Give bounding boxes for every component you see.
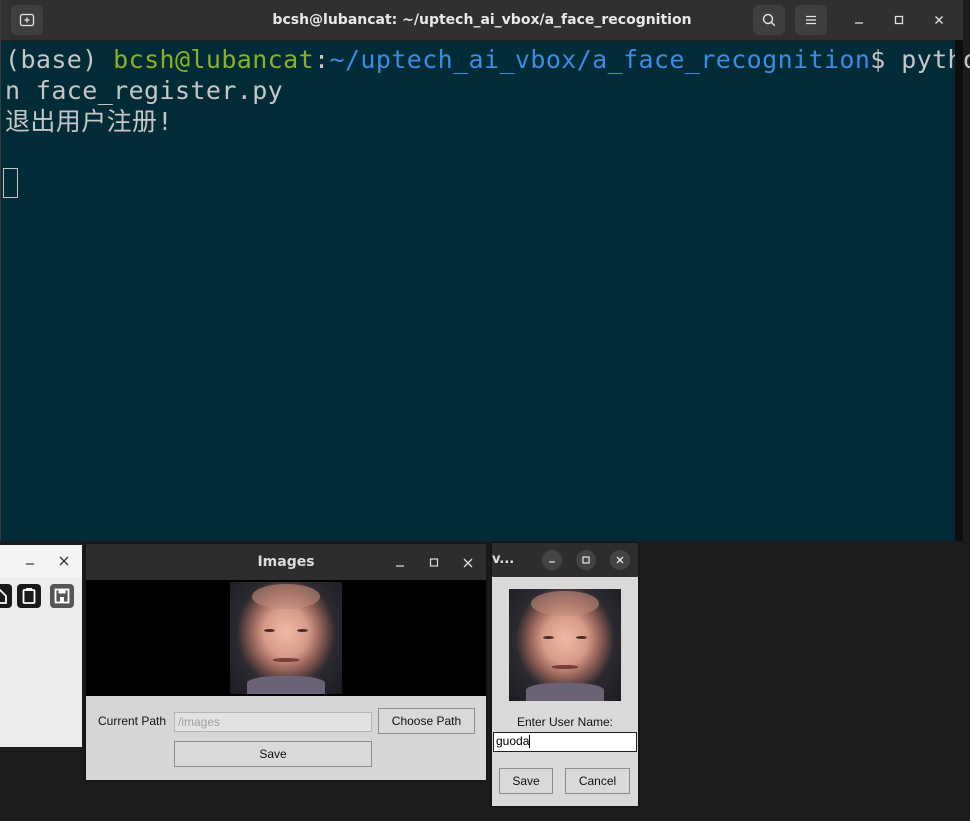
save-button[interactable]: Save [174, 741, 372, 767]
home-icon[interactable] [0, 584, 12, 608]
prompt-dollar: $ [870, 45, 902, 74]
images-window-titlebar[interactable]: Images [86, 544, 486, 580]
register-dialog-titlebar[interactable]: v... [492, 543, 638, 577]
register-dialog-title: v... [492, 552, 515, 567]
register-dialog: v... Enter User Name: guoda Save Cancel [492, 543, 638, 806]
prompt-path: ~/uptech_ai_vbox/a_face_recognition [329, 45, 871, 74]
close-icon[interactable] [57, 553, 71, 567]
minimize-icon[interactable] [849, 10, 869, 30]
search-icon[interactable] [753, 5, 785, 35]
maximize-icon[interactable] [576, 550, 596, 570]
minimize-icon[interactable] [394, 555, 406, 569]
terminal-scrollbar[interactable] [955, 40, 963, 541]
user-name-prompt: Enter User Name: [516, 715, 614, 729]
left-window-titlebar[interactable] [0, 545, 82, 577]
choose-path-button[interactable]: Choose Path [378, 708, 475, 734]
prompt-colon: : [314, 45, 330, 74]
images-window: Images Current Path /images Choose Path … [86, 544, 486, 780]
face-image [230, 582, 342, 694]
maximize-icon[interactable] [428, 555, 440, 569]
current-path-label: Current Path [98, 714, 167, 728]
images-window-title: Images [257, 554, 315, 570]
new-tab-icon[interactable] [11, 5, 43, 35]
minimize-icon[interactable] [542, 550, 562, 570]
path-input[interactable]: /images [174, 712, 372, 732]
prompt-env: (base) [5, 45, 114, 74]
menu-icon[interactable] [795, 5, 827, 35]
terminal-title: bcsh@lubancat: ~/uptech_ai_vbox/a_face_r… [272, 12, 692, 28]
left-window [0, 545, 82, 747]
maximize-icon[interactable] [889, 10, 909, 30]
cancel-button[interactable]: Cancel [565, 768, 630, 794]
save-button[interactable]: Save [499, 768, 553, 794]
output-line: 退出用户注册! [5, 107, 173, 136]
command-text-2: n face_register.py [5, 76, 284, 105]
face-thumbnail [509, 589, 621, 701]
terminal-window: bcsh@lubancat: ~/uptech_ai_vbox/a_face_r… [0, 0, 970, 541]
camera-preview [86, 580, 486, 696]
close-icon[interactable] [610, 550, 630, 570]
user-name-value: guoda [496, 734, 530, 748]
prompt-user: bcsh@lubancat [113, 45, 315, 74]
terminal-titlebar[interactable]: bcsh@lubancat: ~/uptech_ai_vbox/a_face_r… [1, 0, 963, 41]
minimize-icon[interactable] [24, 553, 36, 567]
terminal-cursor [3, 168, 18, 198]
user-name-input[interactable]: guoda [493, 732, 637, 752]
close-icon[interactable] [929, 10, 949, 30]
text-cursor [529, 735, 531, 749]
clipboard-icon[interactable] [17, 584, 41, 608]
close-icon[interactable] [461, 555, 475, 569]
save-icon[interactable] [50, 584, 74, 608]
terminal-output[interactable]: (base) bcsh@lubancat:~/uptech_ai_vbox/a_… [5, 44, 970, 137]
